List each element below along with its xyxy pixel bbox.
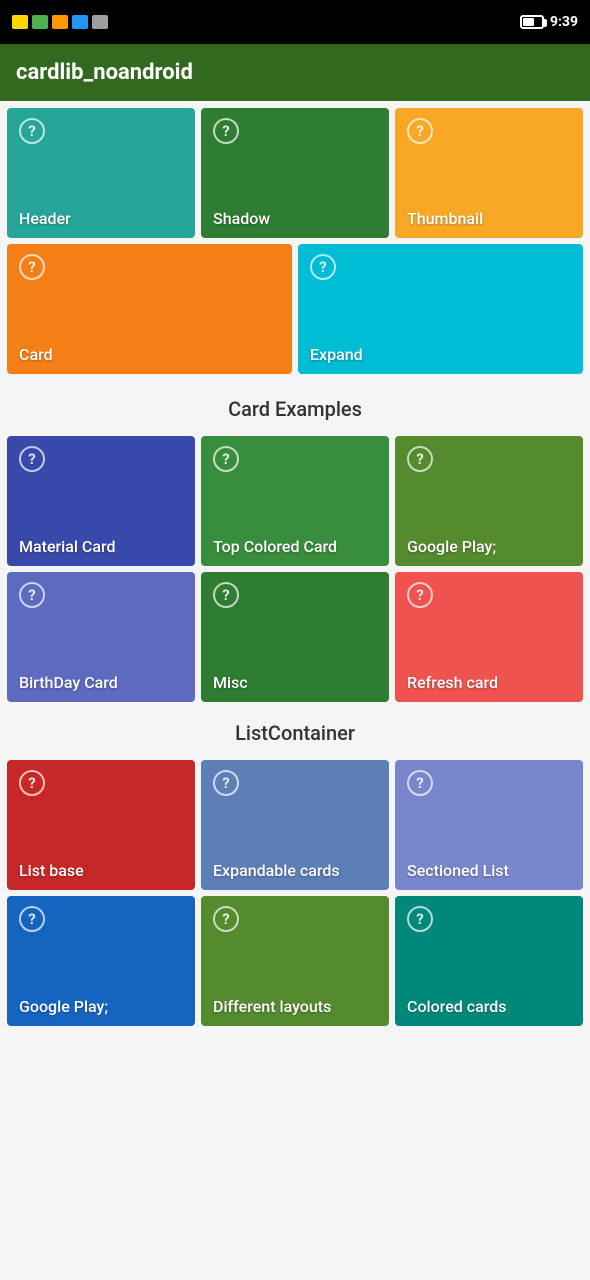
sectioned-list-card[interactable]: ? Sectioned List [395,760,583,890]
sectioned-question-icon: ? [407,770,433,796]
birthday-card[interactable]: ? BirthDay Card [7,572,195,702]
list-base-question-icon: ? [19,770,45,796]
status-icons [12,15,108,29]
status-bar: 9:39 [0,0,590,44]
refresh-question-icon: ? [407,582,433,608]
colored-cards-card[interactable]: ? Colored cards [395,896,583,1026]
google-play2-question-icon: ? [19,906,45,932]
expand-card-label: Expand [310,345,363,364]
material-card[interactable]: ? Material Card [7,436,195,566]
top-colored-question-icon: ? [213,446,239,472]
birthday-question-icon: ? [19,582,45,608]
card-card-label: Card [19,345,53,364]
mid-grid: ? Card ? Expand [0,241,590,381]
top-colored-card-label: Top Colored Card [213,537,337,556]
top-colored-card[interactable]: ? Top Colored Card [201,436,389,566]
google-play2-card[interactable]: ? Google Play; [7,896,195,1026]
sectioned-list-label: Sectioned List [407,861,509,880]
shadow-card-label: Shadow [213,209,270,228]
card-examples-grid: ? Material Card ? Top Colored Card ? Goo… [0,429,590,705]
status-right: 9:39 [520,14,578,30]
header-card[interactable]: ? Header [7,108,195,238]
thumbnail-card[interactable]: ? Thumbnail [395,108,583,238]
notif-icon-3 [52,15,68,29]
top-grid: ? Header ? Shadow ? Thumbnail [0,101,590,241]
thumbnail-card-label: Thumbnail [407,209,483,228]
misc-card[interactable]: ? Misc [201,572,389,702]
notif-icon-5 [92,15,108,29]
shadow-card[interactable]: ? Shadow [201,108,389,238]
card-examples-header: Card Examples [0,381,590,429]
material-card-label: Material Card [19,537,116,556]
header-card-label: Header [19,209,71,228]
expandable-question-icon: ? [213,770,239,796]
list-base-card[interactable]: ? List base [7,760,195,890]
misc-card-label: Misc [213,673,248,692]
thumbnail-question-icon: ? [407,118,433,144]
card-card[interactable]: ? Card [7,244,292,374]
shadow-question-icon: ? [213,118,239,144]
list-container-header: ListContainer [0,705,590,753]
header-question-icon: ? [19,118,45,144]
app-title: cardlib_noandroid [16,60,193,85]
time: 9:39 [550,14,578,30]
expand-question-icon: ? [310,254,336,280]
expandable-cards-label: Expandable cards [213,861,340,880]
google-play2-label: Google Play; [19,997,108,1016]
misc-question-icon: ? [213,582,239,608]
expandable-cards-card[interactable]: ? Expandable cards [201,760,389,890]
refresh-card-label: Refresh card [407,673,498,692]
material-question-icon: ? [19,446,45,472]
google-play-card[interactable]: ? Google Play; [395,436,583,566]
list-base-card-label: List base [19,861,84,880]
different-layouts-label: Different layouts [213,997,331,1016]
refresh-card[interactable]: ? Refresh card [395,572,583,702]
birthday-card-label: BirthDay Card [19,673,118,692]
different-layouts-card[interactable]: ? Different layouts [201,896,389,1026]
notif-icon-2 [32,15,48,29]
card-question-icon: ? [19,254,45,280]
google-play-question-icon: ? [407,446,433,472]
different-layouts-question-icon: ? [213,906,239,932]
expand-card[interactable]: ? Expand [298,244,583,374]
colored-cards-question-icon: ? [407,906,433,932]
list-container-grid: ? List base ? Expandable cards ? Section… [0,753,590,1029]
battery-icon [520,15,544,29]
app-bar: cardlib_noandroid [0,44,590,101]
colored-cards-label: Colored cards [407,997,506,1016]
notif-icon-4 [72,15,88,29]
notif-icon-1 [12,15,28,29]
google-play-card-label: Google Play; [407,537,496,556]
